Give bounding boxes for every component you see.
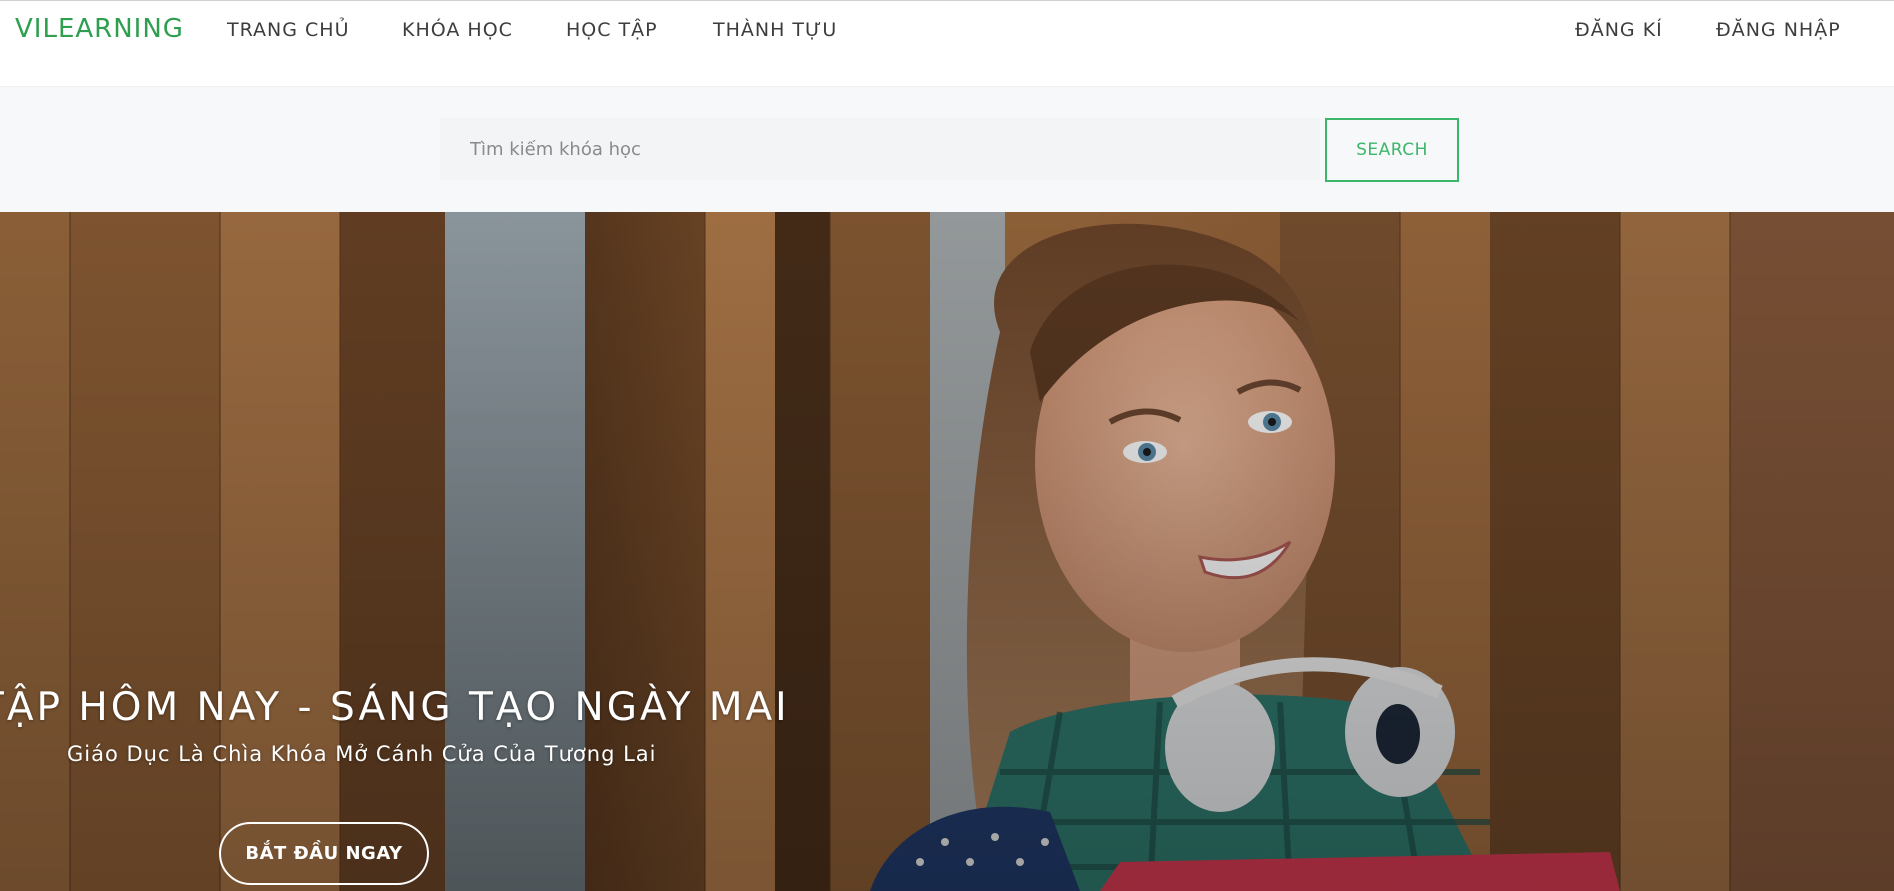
nav-item-thanh-tuu[interactable]: THÀNH TỰU: [713, 19, 837, 41]
search-button[interactable]: SEARCH: [1325, 118, 1459, 182]
search-input[interactable]: [440, 118, 1320, 180]
top-navbar: VILEARNING TRANG CHỦ KHÓA HỌC HỌC TẬP TH…: [0, 0, 1894, 87]
nav-item-hoc-tap[interactable]: HỌC TẬP: [566, 19, 658, 41]
start-now-button[interactable]: BẮT ĐẦU NGAY: [219, 822, 429, 885]
login-link[interactable]: ĐĂNG NHẬP: [1716, 19, 1841, 41]
register-link[interactable]: ĐĂNG KÍ: [1575, 19, 1663, 41]
hero-photo: [0, 212, 1894, 891]
hero-subtitle: Giáo Dục Là Chìa Khóa Mở Cánh Cửa Của Tư…: [67, 742, 657, 766]
hero-title: TẬP HÔM NAY - SÁNG TẠO NGÀY MAI: [0, 685, 790, 730]
search-section: SEARCH: [0, 87, 1894, 212]
nav-item-khoa-hoc[interactable]: KHÓA HỌC: [402, 19, 513, 41]
nav-item-trang-chu[interactable]: TRANG CHỦ: [227, 19, 349, 41]
hero-banner: TẬP HÔM NAY - SÁNG TẠO NGÀY MAI Giáo Dục…: [0, 212, 1894, 891]
brand-logo[interactable]: VILEARNING: [15, 14, 184, 44]
